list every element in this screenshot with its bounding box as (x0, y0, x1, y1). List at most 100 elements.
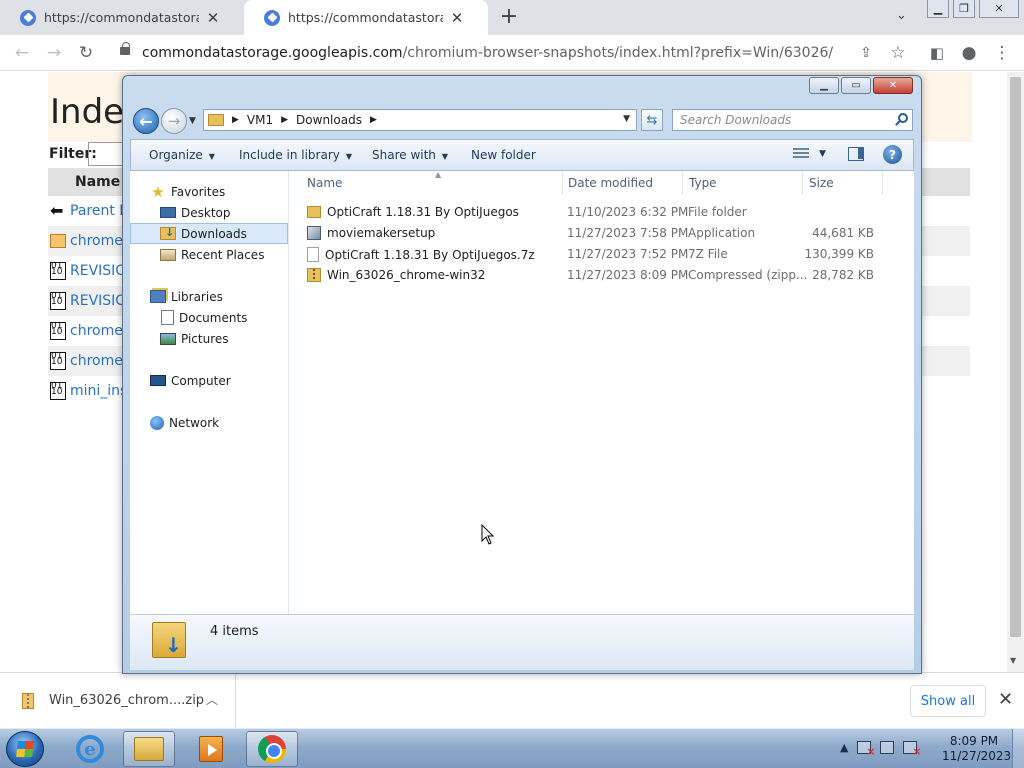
recent-pages-dropdown-icon[interactable]: ▼ (189, 116, 196, 126)
show-all-button[interactable]: Show all (910, 685, 986, 717)
download-file-name[interactable]: Win_63026_chrom....zip (49, 693, 204, 708)
explorer-window: ▁ ▭ ✕ ← → ▼ ▶ VM1 ▶ Downloads ▶ ▼ ⇆ Sear… (122, 75, 922, 674)
minimize-window-button[interactable]: ▁ (927, 0, 949, 18)
view-options-icon[interactable] (793, 148, 809, 160)
menu-kebab-icon[interactable]: ⋮ (990, 41, 1014, 65)
explorer-close-button[interactable]: ✕ (873, 77, 913, 94)
column-header-size[interactable]: Size (803, 171, 883, 195)
file-name-cell[interactable]: moviemakersetup (307, 226, 435, 240)
search-placeholder: Search Downloads (680, 113, 792, 127)
new-tab-plus-icon[interactable]: + (497, 4, 521, 29)
close-window-button[interactable]: ✕ (979, 0, 1019, 18)
show-hidden-icons-chevron-icon[interactable]: ▲ (840, 741, 848, 754)
url-text[interactable]: commondatastorage.googleapis.com/chromiu… (142, 45, 833, 61)
scroll-thumb[interactable] (1010, 77, 1021, 637)
share-with-menu[interactable]: Share with ▼ (372, 148, 448, 162)
help-icon[interactable]: ? (883, 145, 902, 164)
file-row[interactable]: OptiCraft 1.18.31 By OptiJuegos.7z 11/27… (289, 244, 889, 265)
details-pane: 4 items (130, 614, 914, 670)
address-dropdown-icon[interactable]: ▼ (623, 114, 630, 124)
tab-search-chevron-icon[interactable]: ⌄ (896, 8, 907, 23)
close-tab-icon[interactable]: ✕ (203, 9, 223, 27)
forward-arrow-icon[interactable]: → (161, 108, 187, 134)
explorer-minimize-button[interactable]: ▁ (809, 77, 839, 94)
address-bar[interactable]: commondatastorage.googleapis.com/chromiu… (108, 39, 922, 67)
side-panel-icon[interactable]: ◧ (925, 41, 949, 65)
file-name-cell[interactable]: Win_63026_chrome-win32 (307, 268, 485, 282)
view-dropdown-icon[interactable]: ▼ (819, 149, 826, 159)
volume-muted-icon[interactable] (903, 741, 921, 758)
nav-item-pictures[interactable]: Pictures (130, 328, 288, 349)
search-icon[interactable] (898, 113, 908, 123)
browser-tab-2[interactable]: https://commondatastorage.goo ✕ (244, 0, 488, 35)
chevron-right-icon[interactable]: ▶ (370, 115, 377, 125)
share-icon[interactable]: ⇪ (854, 41, 878, 65)
new-folder-button[interactable]: New folder (471, 148, 536, 162)
downloads-folder-icon (160, 226, 176, 240)
nav-item-recent-places[interactable]: Recent Places (130, 244, 288, 265)
preview-pane-icon[interactable] (848, 147, 864, 161)
profile-avatar-icon[interactable]: ● (957, 41, 981, 65)
clock[interactable]: 8:09 PM 11/27/2023 (942, 734, 1011, 764)
column-header-type[interactable]: Type (683, 171, 803, 195)
folder-icon (50, 234, 66, 248)
nav-item-libraries[interactable]: Libraries (130, 286, 288, 307)
binary-icon: 01 10 (50, 382, 66, 400)
back-arrow-icon[interactable]: ← (10, 41, 34, 65)
system-tray: ▲ (840, 741, 926, 758)
file-name-cell[interactable]: OptiCraft 1.18.31 By OptiJuegos (307, 205, 519, 219)
reload-icon[interactable]: ↻ (74, 41, 98, 65)
browser-tab-1[interactable]: https://commondatastorage.goo ✕ (0, 0, 250, 35)
windows-explorer-taskbar-button[interactable] (123, 731, 175, 767)
chevron-up-icon[interactable]: ︿ (206, 691, 218, 708)
back-arrow-icon[interactable]: ← (133, 108, 159, 134)
organize-menu[interactable]: Organize ▼ (149, 148, 215, 162)
show-desktop-button[interactable] (1012, 729, 1024, 768)
refresh-icon[interactable]: ⇆ (641, 109, 663, 131)
bookmark-star-icon[interactable]: ☆ (886, 41, 910, 65)
page-scrollbar[interactable]: ▼ (1007, 72, 1024, 672)
chrome-taskbar-button[interactable] (246, 731, 298, 767)
explorer-window-controls: ▁ ▭ ✕ (807, 77, 913, 94)
include-in-library-menu[interactable]: Include in library ▼ (239, 148, 352, 162)
site-favicon-icon (264, 9, 280, 26)
nav-item-desktop[interactable]: Desktop (130, 202, 288, 223)
close-tab-icon[interactable]: ✕ (447, 9, 467, 27)
restore-window-button[interactable]: ❐ (953, 0, 975, 18)
search-input[interactable]: Search Downloads (672, 109, 913, 131)
file-name-cell[interactable]: OptiCraft 1.18.31 By OptiJuegos.7z (307, 247, 535, 262)
tab-title: https://commondatastorage.goo (44, 10, 199, 25)
file-row[interactable]: moviemakersetup 11/27/2023 7:58 PM Appli… (289, 223, 889, 244)
nav-item-favorites[interactable]: ★ Favorites (130, 181, 288, 202)
file-row[interactable]: Win_63026_chrome-win32 11/27/2023 8:09 P… (289, 265, 889, 286)
file-row[interactable]: OptiCraft 1.18.31 By OptiJuegos 11/10/20… (289, 202, 889, 223)
start-button[interactable] (6, 731, 44, 767)
chevron-right-icon[interactable]: ▶ (281, 115, 288, 125)
file-type-cell: Compressed (zipp... (688, 268, 808, 282)
forward-arrow-icon[interactable]: → (42, 41, 66, 65)
column-header-date-modified[interactable]: Date modified (562, 171, 683, 195)
close-icon[interactable]: ✕ (998, 689, 1013, 710)
nav-item-network[interactable]: Network (130, 412, 288, 433)
media-player-taskbar-button[interactable] (185, 731, 237, 767)
nav-item-downloads[interactable]: Downloads (130, 223, 288, 244)
nav-item-documents[interactable]: Documents (130, 307, 288, 328)
network-status-icon[interactable] (880, 741, 895, 754)
application-icon (307, 226, 321, 240)
explorer-address-bar[interactable]: ▶ VM1 ▶ Downloads ▶ ▼ (203, 109, 637, 131)
column-header-name[interactable]: Name ▲ (301, 170, 563, 195)
nav-item-computer[interactable]: Computer (130, 370, 288, 391)
libraries-icon (150, 290, 166, 303)
scroll-down-arrow-icon[interactable]: ▼ (1010, 656, 1016, 665)
breadcrumb-downloads[interactable]: Downloads (296, 113, 362, 127)
breadcrumb-vm1[interactable]: VM1 (247, 113, 273, 127)
file-size-cell: 44,681 KB (812, 226, 874, 240)
explorer-maximize-button[interactable]: ▭ (841, 77, 871, 94)
download-item[interactable]: Win_63026_chrom....zip ︿ (0, 673, 236, 728)
lock-icon[interactable] (120, 42, 130, 55)
internet-explorer-taskbar-button[interactable]: e (64, 731, 116, 767)
binary-icon: 01 10 (50, 322, 66, 340)
action-center-flag-icon[interactable] (857, 741, 875, 758)
downloads-folder-icon (152, 622, 186, 658)
chevron-right-icon[interactable]: ▶ (232, 115, 239, 125)
